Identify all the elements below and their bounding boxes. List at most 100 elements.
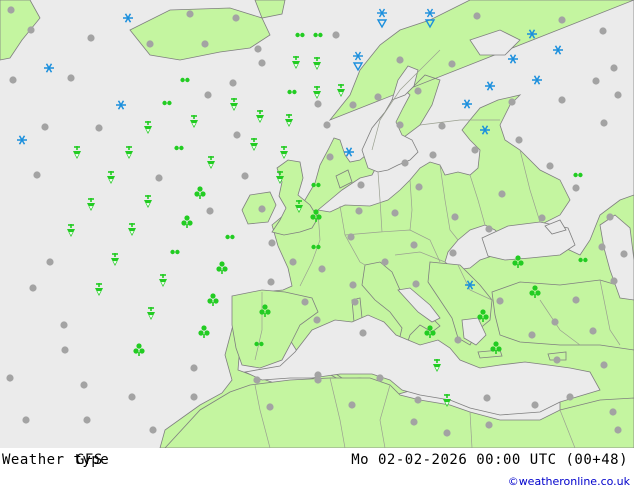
cloudy-dot-icon — [451, 213, 459, 221]
snow-shower-icon — [376, 8, 388, 28]
rain-icon — [312, 56, 322, 71]
cloudy-dot-icon — [483, 394, 491, 402]
cloudy-dot-icon — [241, 172, 249, 180]
model-label: GFS — [76, 452, 103, 468]
cloudy-dot-icon — [332, 31, 340, 39]
cloudy-dot-icon — [609, 408, 617, 416]
cloudy-dot-icon — [258, 59, 266, 67]
rain-icon — [106, 170, 116, 185]
rain-icon — [284, 113, 294, 128]
cloudy-dot-icon — [485, 225, 493, 233]
cloudy-dot-icon — [598, 243, 606, 251]
cloudy-dot-icon — [485, 421, 493, 429]
cloudy-dot-icon — [572, 184, 580, 192]
snow-icon — [552, 44, 564, 56]
cloudy-dot-icon — [498, 190, 506, 198]
cloudy-dot-icon — [610, 277, 618, 285]
cloudy-dot-icon — [551, 318, 559, 326]
cloudy-dot-icon — [46, 258, 54, 266]
cloudy-dot-icon — [528, 331, 536, 339]
cloudy-dot-icon — [314, 100, 322, 108]
snow-icon — [531, 74, 543, 86]
cloudy-dot-icon — [600, 119, 608, 127]
cloudy-dot-icon — [29, 284, 37, 292]
cloudy-dot-icon — [614, 91, 622, 99]
cloudy-dot-icon — [454, 336, 462, 344]
cloudy-dot-icon — [351, 298, 359, 306]
rain-icon — [249, 137, 259, 152]
cloudy-dot-icon — [289, 258, 297, 266]
cloudy-dot-icon — [60, 321, 68, 329]
cloudy-dot-icon — [410, 241, 418, 249]
cloudy-dot-icon — [449, 249, 457, 257]
cloudy-dot-icon — [204, 91, 212, 99]
drizzle-icon — [287, 89, 297, 95]
cloudy-dot-icon — [258, 205, 266, 213]
cloudy-dot-icon — [414, 396, 422, 404]
cloudy-dot-icon — [301, 298, 309, 306]
cloudy-dot-icon — [592, 77, 600, 85]
drizzle-icon — [180, 77, 190, 83]
cloudy-dot-icon — [359, 329, 367, 337]
cloudy-dot-icon — [473, 12, 481, 20]
cloudy-dot-icon — [201, 40, 209, 48]
cloudy-dot-icon — [606, 213, 614, 221]
cloudy-dot-icon — [9, 76, 17, 84]
forecast-datetime: Mo 02-02-2026 00:00 UTC (00+48) — [351, 452, 628, 468]
drizzle-icon — [295, 32, 305, 38]
cloudy-dot-icon — [610, 64, 618, 72]
cloudy-dot-icon — [347, 233, 355, 241]
cloudy-dot-icon — [429, 151, 437, 159]
cloudy-dot-icon — [412, 280, 420, 288]
cloudy-dot-icon — [620, 250, 628, 258]
drizzle-icon — [225, 234, 235, 240]
cloudy-dot-icon — [396, 56, 404, 64]
rain-icon — [291, 55, 301, 70]
footer: Weather type GFS Mo 02-02-2026 00:00 UTC… — [0, 448, 634, 490]
cloudy-dot-icon — [67, 74, 75, 82]
cloudy-dot-icon — [155, 174, 163, 182]
cloudy-dot-icon — [553, 356, 561, 364]
cloudy-dot-icon — [128, 393, 136, 401]
cloudy-dot-icon — [374, 93, 382, 101]
cloudy-dot-icon — [190, 364, 198, 372]
rain-icon — [143, 120, 153, 135]
drizzle-icon — [174, 145, 184, 151]
cloudy-dot-icon — [33, 171, 41, 179]
rain-icon — [312, 85, 322, 100]
snow-icon — [115, 99, 127, 111]
drizzle-icon — [170, 249, 180, 255]
cloudy-dot-icon — [41, 123, 49, 131]
cloudy-dot-icon — [558, 16, 566, 24]
rain-icon — [124, 145, 134, 160]
cloudy-dot-icon — [600, 361, 608, 369]
cloudy-dot-icon — [357, 181, 365, 189]
cloudy-dot-icon — [531, 401, 539, 409]
cloudy-dot-icon — [22, 416, 30, 424]
cloudy-dot-icon — [87, 34, 95, 42]
cloudy-dot-icon — [254, 45, 262, 53]
cloudy-dot-icon — [268, 239, 276, 247]
rain-icon — [143, 194, 153, 209]
snow-icon — [343, 146, 355, 158]
rain-icon — [336, 83, 346, 98]
cloudy-dot-icon — [438, 122, 446, 130]
cloudy-dot-icon — [396, 121, 404, 129]
cloudy-dot-icon — [232, 14, 240, 22]
cloudy-dot-icon — [401, 159, 409, 167]
cloudy-dot-icon — [538, 214, 546, 222]
cloudy-dot-icon — [323, 121, 331, 129]
credit-link[interactable]: ©weatheronline.co.uk — [508, 475, 630, 488]
cloudy-dot-icon — [6, 374, 14, 382]
cloudy-dot-icon — [146, 40, 154, 48]
rain-icon — [158, 273, 168, 288]
rain-icon — [110, 252, 120, 267]
rain-icon — [255, 109, 265, 124]
cloudy-dot-icon — [508, 98, 516, 106]
cloudy-dot-icon — [190, 393, 198, 401]
cloudy-dot-icon — [349, 101, 357, 109]
cloudy-dot-icon — [233, 131, 241, 139]
drizzle-icon — [313, 32, 323, 38]
snow-shower-icon — [352, 51, 364, 71]
cloudy-dot-icon — [326, 153, 334, 161]
